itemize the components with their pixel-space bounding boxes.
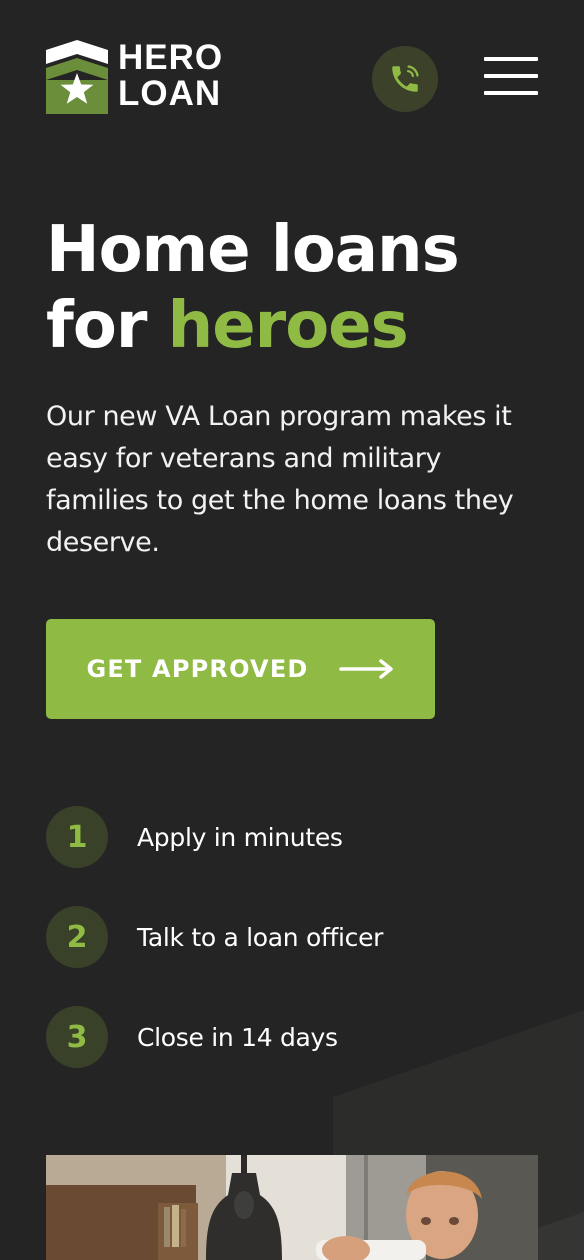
hamburger-menu-button[interactable] bbox=[484, 57, 538, 97]
step-number-badge: 1 bbox=[46, 806, 108, 868]
logo-wordmark: HERO LOAN bbox=[118, 38, 224, 113]
hero-title-line-2: for heroes bbox=[46, 288, 566, 364]
steps-list: 1 Apply in minutes 2 Talk to a loan offi… bbox=[46, 806, 546, 1106]
step-number-badge: 2 bbox=[46, 906, 108, 968]
get-approved-button[interactable]: GET APPROVED bbox=[46, 619, 435, 719]
call-button[interactable] bbox=[372, 46, 438, 112]
step-item: 3 Close in 14 days bbox=[46, 1006, 546, 1068]
logo-word-loan: LOAN bbox=[118, 74, 222, 113]
hamburger-menu-icon-bar bbox=[484, 74, 538, 78]
arrow-right-icon bbox=[338, 659, 393, 679]
hero-title-accent: heroes bbox=[167, 289, 409, 363]
step-number-badge: 3 bbox=[46, 1006, 108, 1068]
chevron-star-emblem-icon bbox=[46, 40, 108, 114]
step-label: Apply in minutes bbox=[137, 822, 343, 852]
step-label: Talk to a loan officer bbox=[137, 922, 384, 952]
phone-icon bbox=[392, 65, 419, 92]
family-home-photo bbox=[46, 1155, 538, 1260]
step-label: Close in 14 days bbox=[137, 1022, 338, 1052]
step-item: 1 Apply in minutes bbox=[46, 806, 546, 868]
logo-word-hero: HERO bbox=[118, 38, 224, 77]
hamburger-menu-icon bbox=[484, 57, 538, 61]
hero-title-line-1: Home loans bbox=[46, 213, 460, 287]
step-item: 2 Talk to a loan officer bbox=[46, 906, 546, 968]
get-approved-label: GET APPROVED bbox=[86, 655, 309, 683]
hero-title: Home loans for heroes bbox=[46, 212, 566, 364]
hero-subtitle: Our new VA Loan program makes it easy fo… bbox=[46, 401, 514, 558]
family-photo-illustration bbox=[46, 1155, 538, 1260]
hamburger-menu-icon-bar bbox=[484, 91, 538, 95]
site-header: HERO LOAN bbox=[0, 0, 584, 150]
hero-title-prefix: for bbox=[46, 289, 168, 363]
hero-loan-logo[interactable]: HERO LOAN bbox=[46, 38, 224, 116]
